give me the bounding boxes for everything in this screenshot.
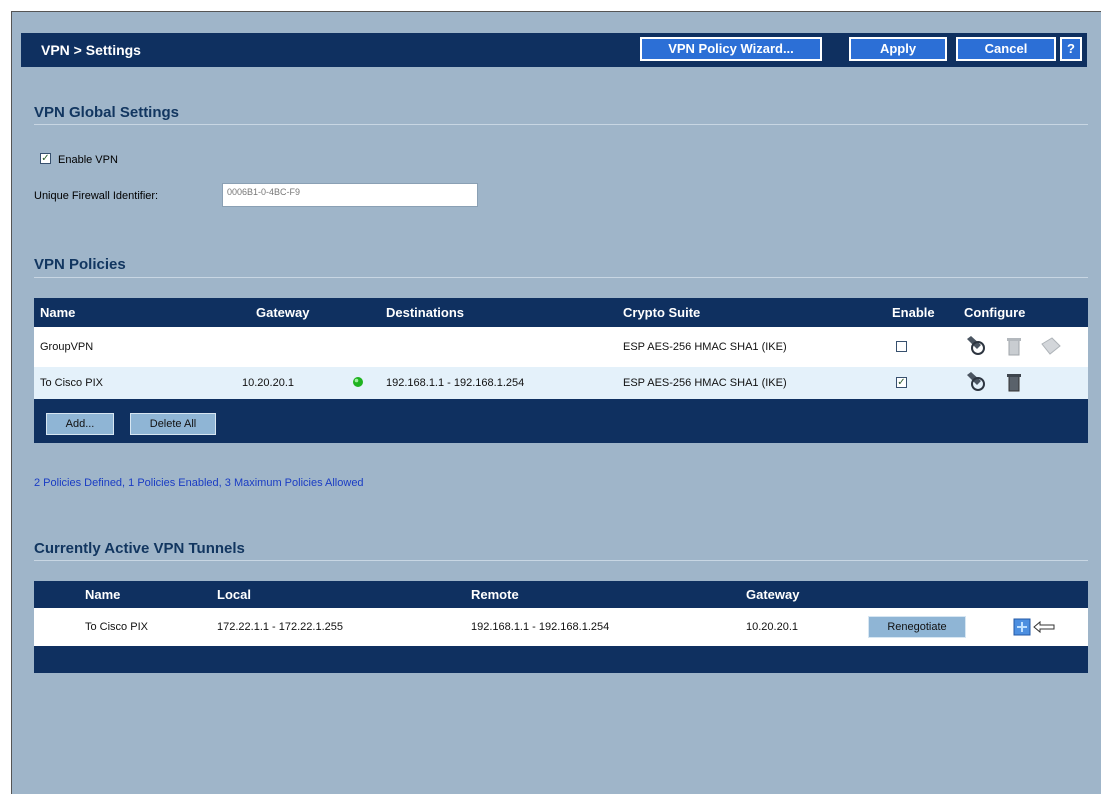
tunnel-local: 172.22.1.1 - 172.22.1.255	[217, 621, 343, 633]
col-remote: Remote	[471, 587, 519, 602]
col-gateway: Gateway	[256, 305, 310, 320]
global-settings-title: VPN Global Settings	[34, 104, 180, 121]
firewall-id-label: Unique Firewall Identifier:	[34, 190, 159, 202]
vpn-policy-wizard-button[interactable]: VPN Policy Wizard...	[640, 37, 822, 61]
col-tunnel-gateway: Gateway	[746, 587, 800, 602]
edit-icon[interactable]	[964, 335, 988, 357]
policy-destinations: 192.168.1.1 - 192.168.1.254	[386, 377, 525, 389]
policy-enable-checkbox[interactable]	[896, 341, 907, 352]
policy-crypto: ESP AES-256 HMAC SHA1 (IKE)	[623, 341, 787, 353]
table-row: To Cisco PIX 10.20.20.1 192.168.1.1 - 19…	[34, 367, 1088, 399]
firewall-id-input[interactable]: 0006B1-0-4BC-F9	[222, 183, 478, 207]
add-button[interactable]: Add...	[46, 413, 114, 435]
policies-header-row: Name Gateway Destinations Crypto Suite E…	[34, 298, 1088, 327]
status-green-icon	[353, 377, 363, 387]
col-tunnel-name: Name	[85, 587, 121, 602]
enable-vpn-label: Enable VPN	[58, 154, 118, 166]
apply-button[interactable]: Apply	[849, 37, 947, 61]
policy-crypto: ESP AES-256 HMAC SHA1 (IKE)	[623, 377, 787, 389]
delete-icon[interactable]	[1006, 335, 1022, 357]
vpn-policies-title: VPN Policies	[34, 256, 126, 273]
tunnel-remote: 192.168.1.1 - 192.168.1.254	[471, 621, 610, 633]
document-icon[interactable]	[1040, 336, 1062, 356]
col-crypto-suite: Crypto Suite	[623, 305, 701, 320]
policy-enable-checkbox[interactable]: ✓	[896, 377, 907, 388]
section-divider	[34, 560, 1088, 561]
policies-summary: 2 Policies Defined, 1 Policies Enabled, …	[34, 477, 364, 489]
delete-all-button[interactable]: Delete All	[130, 413, 216, 435]
page-title: VPN > Settings	[41, 42, 141, 58]
arrow-left-icon[interactable]	[1033, 620, 1055, 634]
col-destinations: Destinations	[386, 305, 465, 320]
help-button[interactable]: ?	[1060, 37, 1082, 61]
table-row: GroupVPN ESP AES-256 HMAC SHA1 (IKE)	[34, 327, 1088, 367]
tunnel-gateway: 10.20.20.1	[746, 621, 798, 633]
policy-name: To Cisco PIX	[40, 377, 103, 389]
enable-vpn-checkbox[interactable]: ✓	[40, 153, 51, 164]
col-local: Local	[217, 587, 251, 602]
tunnels-footer	[34, 646, 1088, 673]
edit-icon[interactable]	[964, 371, 988, 393]
col-name: Name	[40, 305, 76, 320]
section-divider	[34, 277, 1088, 278]
tunnels-header-row: Name Local Remote Gateway	[34, 581, 1088, 608]
section-divider	[34, 124, 1088, 125]
tunnel-name: To Cisco PIX	[85, 621, 148, 633]
delete-icon[interactable]	[1006, 371, 1022, 393]
policy-gateway: 10.20.20.1	[242, 377, 294, 389]
renegotiate-button[interactable]: Renegotiate	[868, 616, 966, 638]
header-bar: VPN > Settings VPN Policy Wizard... Appl…	[21, 33, 1087, 67]
active-tunnels-title: Currently Active VPN Tunnels	[34, 540, 245, 557]
cancel-button[interactable]: Cancel	[956, 37, 1056, 61]
col-configure: Configure	[964, 305, 1026, 320]
table-row: To Cisco PIX 172.22.1.1 - 172.22.1.255 1…	[34, 608, 1088, 646]
policy-name: GroupVPN	[40, 341, 94, 353]
tunnel-status-icon[interactable]	[1013, 618, 1031, 636]
col-enable: Enable	[892, 305, 935, 320]
